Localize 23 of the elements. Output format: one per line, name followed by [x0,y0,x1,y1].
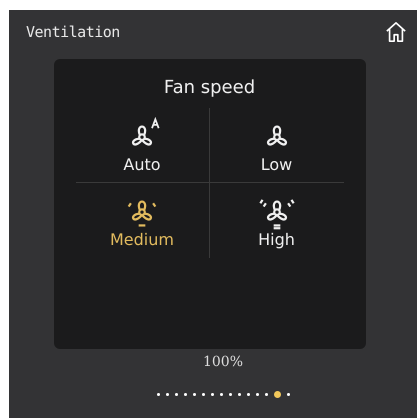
page-indicator-dot[interactable] [228,393,232,396]
page-indicator-dot[interactable] [174,393,178,396]
screen-title: Ventilation [26,23,120,41]
fan-speed-option[interactable]: Low [210,108,344,183]
page-indicator-dot[interactable] [238,393,240,396]
page-indicator-dot[interactable] [210,393,214,396]
page-indicator-dot[interactable] [166,393,168,396]
page-indicator-dot[interactable] [156,393,160,396]
page-indicator-dot[interactable] [220,393,222,396]
speed-reading: 100% [202,354,244,370]
page-indicator-dot[interactable] [202,393,204,396]
page-indicator-dot[interactable] [184,393,186,396]
fan-speed-option[interactable]: High [210,183,344,258]
page-indicator-dot[interactable] [246,393,250,396]
page-indicator-dot[interactable] [192,393,196,396]
fan-speed-option[interactable]: Auto [76,108,210,183]
fan-speed-option[interactable]: Medium [76,183,210,258]
popup-title: Fan speed [164,77,256,98]
page-indicator-dot[interactable] [274,391,280,398]
page-indicator-dot[interactable] [286,393,290,396]
page-indicator-dot[interactable] [256,393,258,396]
home-icon[interactable] [385,21,407,43]
page-indicator-dot[interactable] [264,393,268,396]
